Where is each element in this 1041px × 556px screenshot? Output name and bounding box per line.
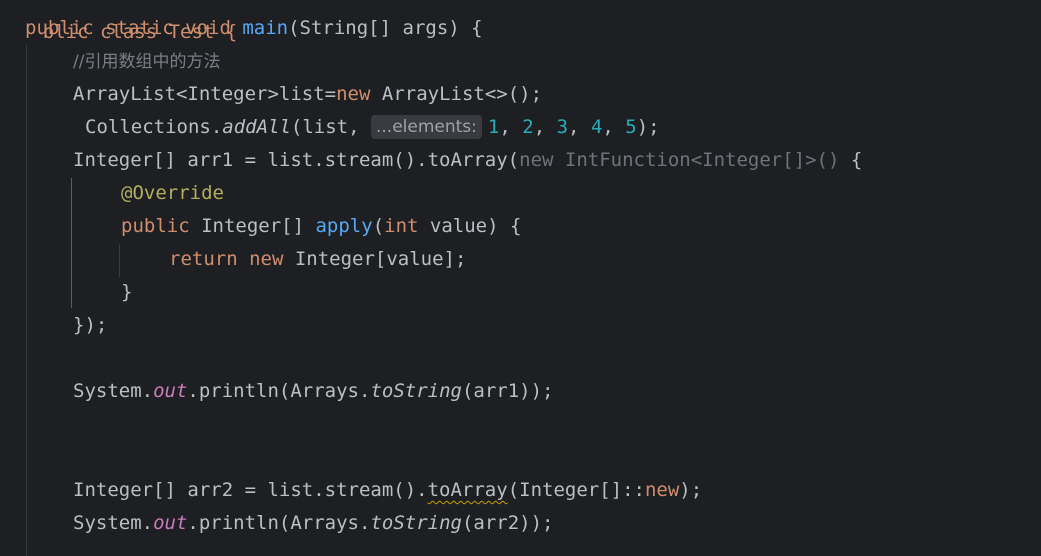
indent-guide <box>119 244 120 277</box>
static-field: out <box>153 512 188 534</box>
parameter-hint[interactable]: ...elements: <box>371 115 482 139</box>
new-keyword: new <box>644 479 680 501</box>
indent-guide <box>26 45 27 556</box>
code-line-list-declaration[interactable]: ArrayList<Integer>list=new ArrayList<>()… <box>73 78 542 111</box>
separator: , <box>499 116 523 138</box>
code-text: ArrayList<Integer>list= <box>73 83 337 105</box>
separator: , <box>533 116 557 138</box>
code-text: (Integer[]:: <box>507 479 645 501</box>
number-literal: 4 <box>590 116 603 138</box>
code-line-comment[interactable]: //引用数组中的方法 <box>73 45 220 78</box>
number-literal: 1 <box>487 116 500 138</box>
code-text: .println(Arrays. <box>187 512 371 534</box>
method-name: toString <box>370 512 462 534</box>
public-keyword: public <box>121 215 190 237</box>
method-name: toString <box>370 380 462 402</box>
code-text: ArrayList<>(); <box>370 83 543 105</box>
folded-anonymous-class: new IntFunction<Integer[]>() <box>519 149 840 171</box>
code-text: (list, <box>290 116 371 138</box>
code-text: ); <box>636 116 660 138</box>
method-name: apply <box>315 215 373 237</box>
annotation: @Override <box>121 182 224 204</box>
code-editor[interactable]: blic class Test { public static void mai… <box>0 0 1041 556</box>
code-text: { <box>839 149 863 171</box>
code-text: Integer[] <box>189 215 316 237</box>
code-line-print-arr1[interactable]: System.out.println(Arrays.toString(arr1)… <box>73 375 553 408</box>
code-text: value) { <box>418 215 522 237</box>
code-text: .println(Arrays. <box>187 380 371 402</box>
code-line-main-signature[interactable]: public static void main(String[] args) { <box>25 12 483 45</box>
code-text: }); <box>73 314 108 336</box>
method-name: addAll <box>222 116 291 138</box>
code-line-apply-signature[interactable]: public Integer[] apply(int value) { <box>121 210 521 243</box>
code-text: (arr1)); <box>461 380 554 402</box>
code-text: Integer[] arr1 = list.stream().toArray( <box>73 149 520 171</box>
code-line-add-all[interactable]: Collections.addAll(list, ...elements: 1, … <box>85 111 660 144</box>
code-line-close-call[interactable]: }); <box>73 309 107 342</box>
number-literal: 3 <box>556 116 569 138</box>
code-text: Collections. <box>85 116 223 138</box>
comment-text: //引用数组中的方法 <box>73 52 221 72</box>
keywords: public static void <box>25 17 243 39</box>
code-text: Integer[] arr2 = list.stream(). <box>73 479 428 501</box>
code-line-arr1-declaration[interactable]: Integer[] arr1 = list.stream().toArray(n… <box>73 144 862 177</box>
method-name: main <box>242 17 289 39</box>
separator: , <box>602 116 626 138</box>
code-text: ( <box>372 215 385 237</box>
code-text: ); <box>679 479 703 501</box>
new-keyword: new <box>336 83 371 105</box>
code-text: System. <box>73 380 154 402</box>
code-line-print-arr2[interactable]: System.out.println(Arrays.toString(arr2)… <box>73 507 553 540</box>
code-text: Integer[value]; <box>283 248 467 270</box>
warning-highlight[interactable]: toArray <box>428 479 508 501</box>
number-literal: 5 <box>625 116 637 138</box>
return-keyword: return new <box>169 248 284 270</box>
number-literal: 2 <box>522 116 534 138</box>
code-text: } <box>121 281 133 303</box>
indent-guide <box>71 178 72 308</box>
static-field: out <box>153 380 188 402</box>
code-line-return[interactable]: return new Integer[value]; <box>169 243 466 276</box>
code-line-close-brace[interactable]: } <box>121 276 132 309</box>
code-line-arr2-declaration[interactable]: Integer[] arr2 = list.stream().toArray(I… <box>73 474 702 507</box>
signature-rest: (String[] args) { <box>288 17 483 39</box>
code-text: (arr2)); <box>461 512 554 534</box>
separator: , <box>568 116 591 138</box>
code-line-override[interactable]: @Override <box>121 177 224 210</box>
int-keyword: int <box>384 215 419 237</box>
code-text: System. <box>73 512 154 534</box>
